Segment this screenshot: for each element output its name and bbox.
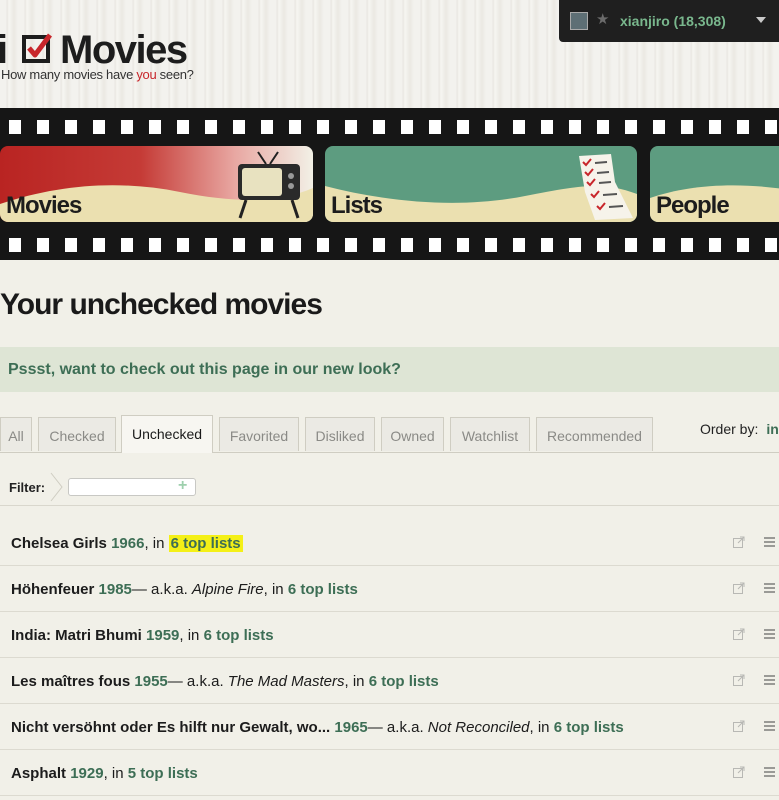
star-icon: ★ (596, 11, 610, 28)
movie-year[interactable]: 1966 (111, 535, 144, 552)
movie-title[interactable]: Les maîtres fous (11, 673, 130, 690)
menu-icon[interactable] (764, 721, 775, 731)
menu-icon[interactable] (764, 537, 775, 547)
nav-tab-movies[interactable]: Movies (0, 146, 313, 222)
nav-tab-label: Lists (331, 192, 383, 219)
tab-disliked[interactable]: Disliked (305, 417, 375, 451)
nav-tab-label: People (656, 192, 730, 219)
external-link-icon[interactable] (733, 628, 745, 640)
movie-entry: India: Matri Bhumi 1959, in 6 top lists (11, 627, 274, 644)
movie-year[interactable]: 1965 (334, 719, 367, 736)
filter-input[interactable] (68, 478, 196, 496)
tagline: How many movies have you seen? (1, 67, 194, 82)
tab-unchecked[interactable]: Unchecked (121, 415, 213, 453)
tab-watchlist[interactable]: Watchlist (450, 417, 530, 451)
list-item: Höhenfeuer 1985— a.k.a. Alpine Fire, in … (0, 566, 779, 612)
movie-title[interactable]: Asphalt (11, 765, 66, 782)
top-lists-link[interactable]: 6 top lists (288, 581, 358, 598)
movie-year[interactable]: 1959 (146, 627, 179, 644)
nav-tab-label: Movies (6, 192, 82, 219)
user-menu[interactable]: ★ xianjiro (18,308) (559, 0, 779, 42)
add-filter-icon[interactable]: + (178, 477, 187, 495)
menu-icon[interactable] (764, 675, 775, 685)
movie-title[interactable]: Chelsea Girls (11, 535, 107, 552)
external-link-icon[interactable] (733, 766, 745, 778)
top-lists-link[interactable]: 6 top lists (369, 673, 439, 690)
movie-year[interactable]: 1985 (99, 581, 132, 598)
television-icon (238, 151, 300, 219)
filter-label: Filter: (9, 480, 46, 495)
movie-list: Chelsea Girls 1966, in 6 top lists Höhen… (0, 520, 779, 796)
top-lists-link[interactable]: 6 top lists (204, 627, 274, 644)
site-header: i Movies How many movies have you seen? … (0, 0, 779, 108)
page-title: Your unchecked movies (0, 288, 323, 321)
avatar (570, 12, 588, 30)
list-item: Asphalt 1929, in 5 top lists (0, 750, 779, 796)
username[interactable]: xianjiro (18,308) (620, 13, 726, 29)
movie-title[interactable]: Höhenfeuer (11, 581, 94, 598)
list-item: India: Matri Bhumi 1959, in 6 top lists (0, 612, 779, 658)
movie-entry: Chelsea Girls 1966, in 6 top lists (11, 535, 243, 552)
checkbox-logo-icon (22, 33, 52, 63)
order-by-select[interactable]: in (766, 421, 778, 437)
order-by: Order by: in (700, 421, 779, 437)
nav-tab-people[interactable]: People (650, 146, 779, 222)
filter-bar: Filter: + (0, 470, 779, 506)
list-item: Chelsea Girls 1966, in 6 top lists (0, 520, 779, 566)
nav-tab-lists[interactable]: Lists (325, 146, 637, 222)
tab-recommended[interactable]: Recommended (536, 417, 653, 451)
new-look-link[interactable]: Pssst, want to check out this page in ou… (8, 361, 401, 379)
order-by-label: Order by: (700, 421, 759, 437)
tab-favorited[interactable]: Favorited (219, 417, 299, 451)
movie-aka: Alpine Fire (191, 581, 264, 598)
tab-all[interactable]: All (0, 417, 32, 451)
list-item: Nicht versöhnt oder Es hilft nur Gewalt,… (0, 704, 779, 750)
list-item: Les maîtres fous 1955— a.k.a. The Mad Ma… (0, 658, 779, 704)
film-sprocket-holes (0, 120, 779, 134)
external-link-icon[interactable] (733, 720, 745, 732)
top-lists-link[interactable]: 6 top lists (168, 535, 243, 552)
menu-icon[interactable] (764, 583, 775, 593)
movie-aka: Not Reconciled (427, 719, 530, 736)
movie-title[interactable]: Nicht versöhnt oder Es hilft nur Gewalt,… (11, 719, 330, 736)
top-lists-link[interactable]: 5 top lists (128, 765, 198, 782)
movie-entry: Les maîtres fous 1955— a.k.a. The Mad Ma… (11, 673, 439, 690)
chevron-right-icon (50, 472, 63, 502)
menu-icon[interactable] (764, 629, 775, 639)
tab-checked[interactable]: Checked (38, 417, 116, 451)
movie-entry: Asphalt 1929, in 5 top lists (11, 765, 198, 782)
movie-entry: Höhenfeuer 1985— a.k.a. Alpine Fire, in … (11, 581, 358, 598)
tab-owned[interactable]: Owned (381, 417, 444, 451)
external-link-icon[interactable] (733, 582, 745, 594)
checklist-icon (579, 154, 633, 220)
logo-text: Movies (60, 28, 188, 72)
external-link-icon[interactable] (733, 674, 745, 686)
filter-tabs: All Checked Unchecked Favorited Disliked… (0, 415, 779, 453)
menu-icon[interactable] (764, 767, 775, 777)
movie-title[interactable]: India: Matri Bhumi (11, 627, 142, 644)
film-sprocket-holes (0, 238, 779, 252)
movie-year[interactable]: 1929 (70, 765, 103, 782)
movie-aka: The Mad Masters (227, 673, 345, 690)
filmstrip-nav: Movies Lists People (0, 108, 779, 260)
external-link-icon[interactable] (733, 536, 745, 548)
new-look-notice: Pssst, want to check out this page in ou… (0, 347, 779, 392)
top-lists-link[interactable]: 6 top lists (554, 719, 624, 736)
caret-down-icon[interactable] (756, 17, 766, 23)
movie-entry: Nicht versöhnt oder Es hilft nur Gewalt,… (11, 719, 624, 736)
movie-year[interactable]: 1955 (134, 673, 167, 690)
